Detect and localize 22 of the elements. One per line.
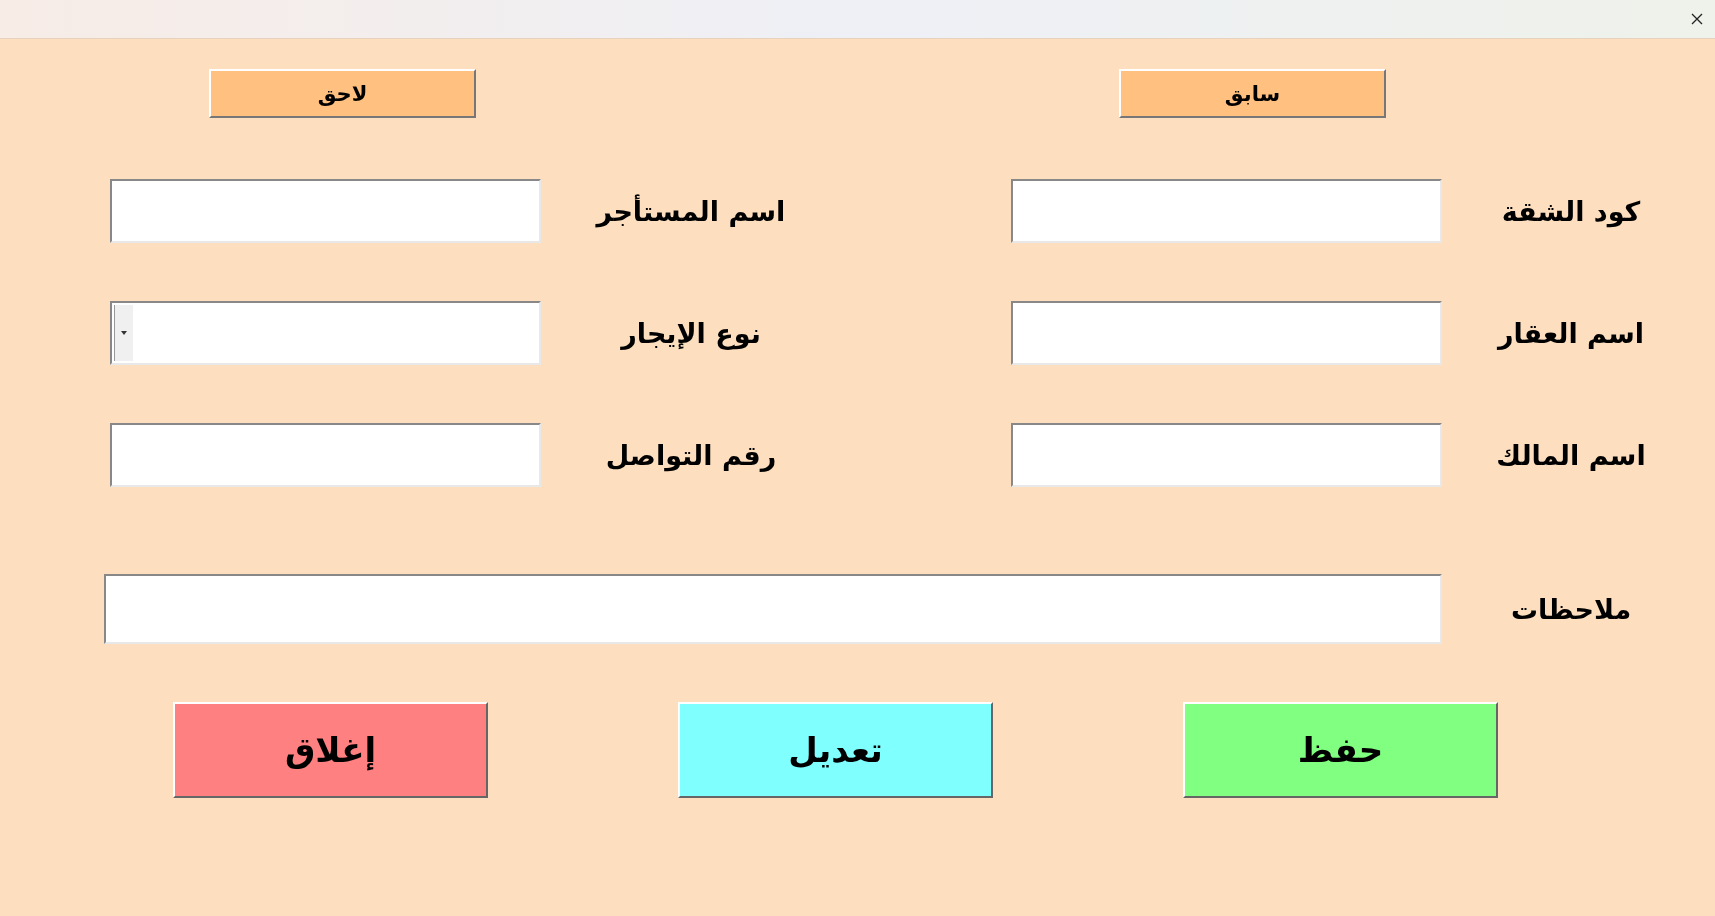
text-field[interactable] <box>110 179 541 243</box>
dropdown-button[interactable] <box>114 305 133 361</box>
action-button[interactable]: تعديل <box>678 702 993 798</box>
field-label: نوع الإيجار <box>619 317 762 349</box>
text-field[interactable] <box>1011 179 1442 243</box>
field-label: رقم التواصل <box>604 439 778 471</box>
field-label: اسم المستأجر <box>594 195 787 227</box>
field-label: اسم المالك <box>1495 439 1647 471</box>
text-field[interactable] <box>1011 423 1442 487</box>
dropdown-field[interactable] <box>110 301 541 365</box>
action-button[interactable]: إغلاق <box>173 702 488 798</box>
action-button[interactable]: حفظ <box>1183 702 1498 798</box>
field-label: ملاحظات <box>1509 593 1633 625</box>
caret-icon <box>121 331 127 335</box>
nav-button[interactable]: سابق <box>1119 69 1386 118</box>
field-label: كود الشقة <box>1500 195 1642 227</box>
notes-field[interactable] <box>104 574 1442 644</box>
close-icon[interactable] <box>1691 13 1703 25</box>
nav-button[interactable]: لاحق <box>209 69 476 118</box>
field-label: اسم العقار <box>1496 317 1646 349</box>
text-field[interactable] <box>1011 301 1442 365</box>
text-field[interactable] <box>110 423 541 487</box>
